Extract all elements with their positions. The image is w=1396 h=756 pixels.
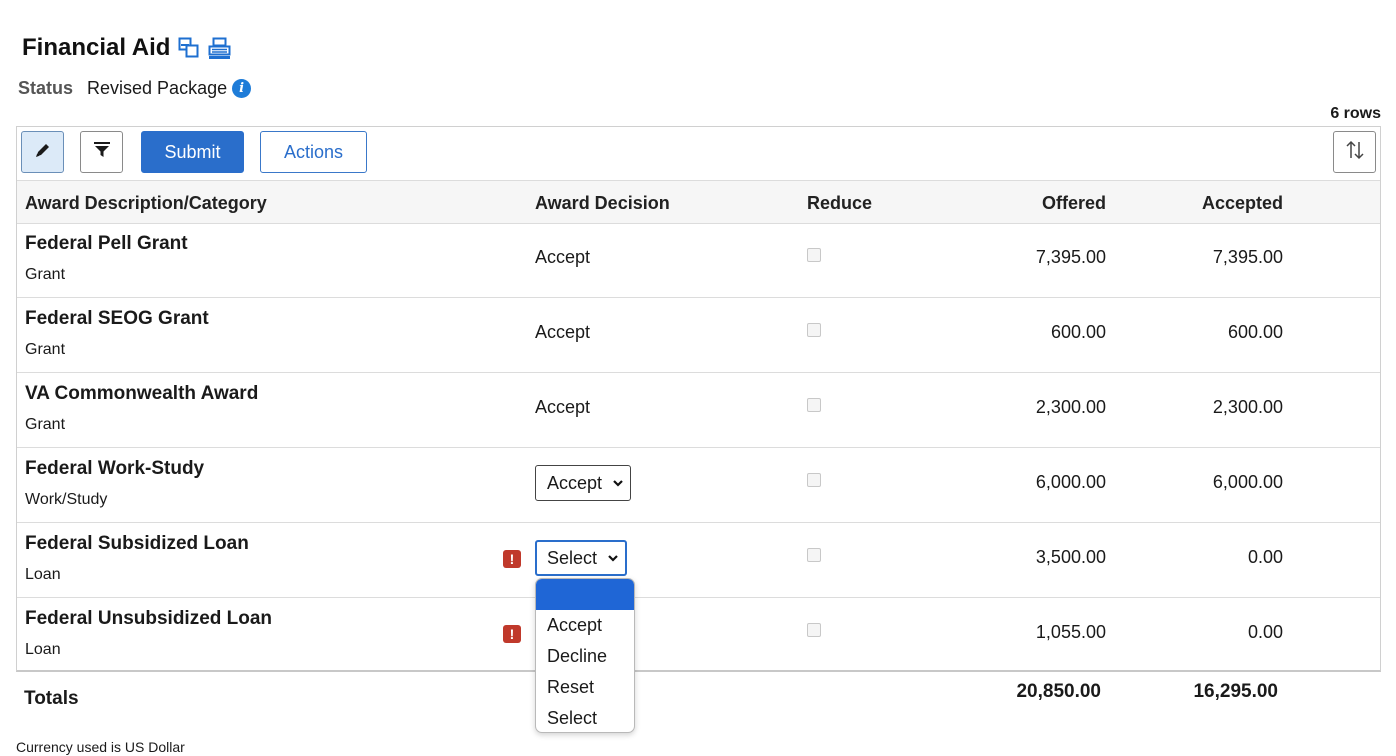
info-icon[interactable]: i [232, 79, 252, 98]
reduce-checkbox [807, 473, 821, 487]
accepted-amount: 0.00 [1247, 622, 1283, 642]
warning-icon: ! [503, 550, 521, 568]
award-name: Federal Unsubsidized Loan [25, 608, 273, 629]
table-row: VA Commonwealth Award Grant Accept 2,300… [17, 373, 1380, 448]
sort-button[interactable] [1333, 131, 1376, 173]
chevron-down-icon [612, 478, 624, 488]
accepted-amount: 2,300.00 [1212, 397, 1283, 417]
reduce-checkbox [807, 398, 821, 412]
award-decision-select[interactable]: Accept [535, 465, 632, 501]
award-category: Work/Study [25, 491, 108, 508]
table-row: Federal SEOG Grant Grant Accept 600.00 6… [17, 298, 1380, 373]
award-category: Grant [25, 341, 66, 358]
offered-amount: 1,055.00 [1035, 622, 1106, 642]
award-name: VA Commonwealth Award [25, 383, 259, 404]
status-row: Status Revised Package i [18, 78, 252, 99]
reduce-checkbox [807, 548, 821, 562]
offered-amount: 2,300.00 [1035, 397, 1106, 417]
filter-button[interactable] [80, 131, 123, 173]
award-decision-dropdown[interactable]: Accept Decline Reset Select [535, 578, 635, 733]
accepted-amount: 6,000.00 [1212, 472, 1283, 492]
award-category: Grant [25, 416, 66, 433]
submit-button[interactable]: Submit [141, 131, 244, 173]
award-category: Loan [25, 641, 61, 658]
award-name: Federal Work-Study [25, 458, 205, 479]
award-decision-select[interactable]: Select [535, 540, 628, 576]
table-row: Federal Pell Grant Grant Accept 7,395.00… [17, 223, 1380, 298]
grid-toolbar: Submit Actions [17, 127, 1380, 181]
award-category: Grant [25, 266, 66, 283]
chevron-down-icon [607, 553, 619, 563]
column-header-accepted[interactable]: Accepted [1202, 193, 1283, 214]
pencil-icon [33, 140, 53, 165]
warning-icon: ! [503, 625, 521, 643]
accepted-amount: 7,395.00 [1212, 247, 1283, 267]
award-decision: Accept [535, 247, 591, 267]
dropdown-option-select[interactable]: Select [536, 703, 634, 732]
totals-accepted: 16,295.00 [1193, 681, 1278, 702]
sort-icon [1344, 139, 1366, 166]
currency-note: Currency used is US Dollar [16, 739, 185, 755]
award-name: Federal Subsidized Loan [25, 533, 249, 554]
offered-amount: 6,000.00 [1035, 472, 1106, 492]
award-decision: Accept [535, 322, 591, 342]
award-decision: Accept [535, 397, 591, 417]
accepted-amount: 600.00 [1227, 322, 1283, 342]
award-category: Loan [25, 566, 61, 583]
table-row: Federal Unsubsidized Loan Loan ! 1,055.0… [17, 598, 1380, 673]
awards-grid: Submit Actions Award Description/Categor… [16, 126, 1381, 672]
totals-offered: 20,850.00 [1016, 681, 1101, 702]
filter-icon [92, 140, 112, 165]
dropdown-option-reset[interactable]: Reset [536, 672, 634, 703]
award-name: Federal Pell Grant [25, 233, 188, 254]
dropdown-option-blank[interactable] [536, 579, 634, 610]
grid-header-row: Award Description/Category Award Decisio… [17, 180, 1380, 224]
row-count: 6 rows [1330, 105, 1381, 122]
reduce-checkbox [807, 623, 821, 637]
column-header-reduce[interactable]: Reduce [807, 193, 872, 214]
column-header-decision[interactable]: Award Decision [535, 193, 670, 214]
reduce-checkbox [807, 248, 821, 262]
award-decision-value: Accept [547, 472, 603, 493]
page-title-text: Financial Aid [22, 34, 171, 61]
title-icons [178, 37, 231, 60]
award-name: Federal SEOG Grant [25, 308, 209, 329]
reduce-checkbox [807, 323, 821, 337]
edit-button[interactable] [21, 131, 64, 173]
dropdown-option-accept[interactable]: Accept [536, 610, 634, 641]
award-decision-value: Select [547, 547, 598, 568]
column-header-offered[interactable]: Offered [1042, 193, 1106, 214]
page-title: Financial Aid [22, 34, 231, 62]
print-icon[interactable] [208, 37, 231, 60]
offered-amount: 7,395.00 [1035, 247, 1106, 267]
dropdown-option-decline[interactable]: Decline [536, 641, 634, 672]
new-window-icon[interactable] [178, 37, 200, 59]
accepted-amount: 0.00 [1247, 547, 1283, 567]
offered-amount: 3,500.00 [1035, 547, 1106, 567]
table-row: Federal Subsidized Loan Loan ! Select 3,… [17, 523, 1380, 598]
offered-amount: 600.00 [1050, 322, 1106, 342]
actions-button[interactable]: Actions [260, 131, 367, 173]
status-label: Status [18, 78, 74, 98]
status-value: Revised Package [87, 78, 228, 98]
totals-label: Totals [24, 688, 79, 709]
column-header-description[interactable]: Award Description/Category [25, 193, 267, 214]
table-row: Federal Work-Study Work/Study Accept 6,0… [17, 448, 1380, 523]
